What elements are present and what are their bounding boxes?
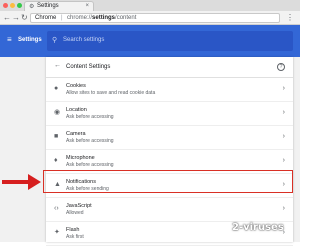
omnibox-url[interactable]: chrome://settings/content <box>67 15 136 21</box>
card-title: Content Settings <box>66 64 111 70</box>
settings-content: ← Content Settings ? ● Cookies Allow sites… <box>0 57 300 246</box>
omnibox-separator: | <box>61 15 63 21</box>
row-subtitle: Ask before accessing <box>66 114 114 120</box>
red-arrow-shaft <box>2 180 30 184</box>
tab-settings[interactable]: ⚙ Settings × <box>24 1 94 11</box>
row-subtitle: Ask first <box>66 234 84 240</box>
search-input[interactable]: ⚲ Search settings <box>47 31 293 51</box>
window-titlebar: ⚙ Settings × <box>0 0 300 11</box>
red-arrow-head <box>28 174 41 190</box>
row-subtitle: Ask before accessing <box>66 138 114 144</box>
search-placeholder: Search settings <box>63 37 105 43</box>
page-title: Settings <box>18 37 42 43</box>
settings-row-javascript[interactable]: ‹› JavaScript Allowed › <box>46 198 293 222</box>
chevron-right-icon: › <box>282 85 285 92</box>
url-path-rest: /content <box>115 15 137 21</box>
url-prefix: chrome:// <box>67 15 93 21</box>
row-title: Flash <box>66 227 80 233</box>
card-header: ← Content Settings ? <box>46 57 293 78</box>
back-arrow-icon[interactable]: ← <box>54 62 61 69</box>
javascript-icon: ‹› <box>54 205 59 212</box>
close-icon[interactable]: × <box>85 3 89 9</box>
settings-row-location[interactable]: ◉ Location Ask before accessing › <box>46 102 293 126</box>
watermark: 2-viruses <box>232 222 284 233</box>
flash-icon: ✦ <box>54 229 60 236</box>
omnibox-site-label: Chrome <box>35 15 57 21</box>
cookie-icon: ● <box>54 85 59 92</box>
chevron-right-icon: › <box>282 157 285 164</box>
gear-icon: ⚙ <box>29 4 35 10</box>
tab-title: Settings <box>37 3 59 9</box>
settings-header: ≡ Settings ⚲ Search settings <box>0 25 300 57</box>
browser-menu-icon[interactable]: ⋮ <box>286 13 294 22</box>
settings-row-cookies[interactable]: ● Cookies Allow sites to save and read coo… <box>46 78 293 102</box>
row-subtitle: Ask before accessing <box>66 162 114 168</box>
chevron-right-icon: › <box>282 133 285 140</box>
search-icon: ⚲ <box>52 37 58 44</box>
camera-icon: ■ <box>54 133 59 140</box>
settings-row-camera[interactable]: ■ Camera Ask before accessing › <box>46 126 293 150</box>
url-path-bold: settings <box>92 15 116 21</box>
address-bar: ← → ↻ Chrome | chrome://settings/content… <box>0 11 300 25</box>
omnibox[interactable]: Chrome | chrome://settings/content <box>30 13 280 23</box>
hamburger-menu-icon[interactable]: ≡ <box>7 35 12 44</box>
row-subtitle: Allow sites to save and read cookie data <box>66 90 156 96</box>
chevron-right-icon: › <box>282 205 285 212</box>
row-title: JavaScript <box>66 203 92 209</box>
back-icon[interactable]: ← <box>3 13 11 22</box>
forward-icon[interactable]: → <box>12 13 20 22</box>
notifications-highlight-box <box>43 170 293 193</box>
row-title: Camera <box>66 131 86 137</box>
close-window-button[interactable] <box>3 3 8 8</box>
minimize-window-button[interactable] <box>10 3 15 8</box>
row-title: Cookies <box>66 83 86 89</box>
row-title: Location <box>66 107 87 113</box>
row-title: Microphone <box>66 155 95 161</box>
content-settings-card: ← Content Settings ? ● Cookies Allow sites… <box>46 57 293 246</box>
chevron-right-icon: › <box>282 109 285 116</box>
location-icon: ◉ <box>54 109 61 116</box>
help-icon[interactable]: ? <box>277 63 285 71</box>
microphone-icon: ♦ <box>54 157 58 164</box>
row-subtitle: Allowed <box>66 210 84 216</box>
maximize-window-button[interactable] <box>17 3 22 8</box>
reload-icon[interactable]: ↻ <box>21 13 28 22</box>
